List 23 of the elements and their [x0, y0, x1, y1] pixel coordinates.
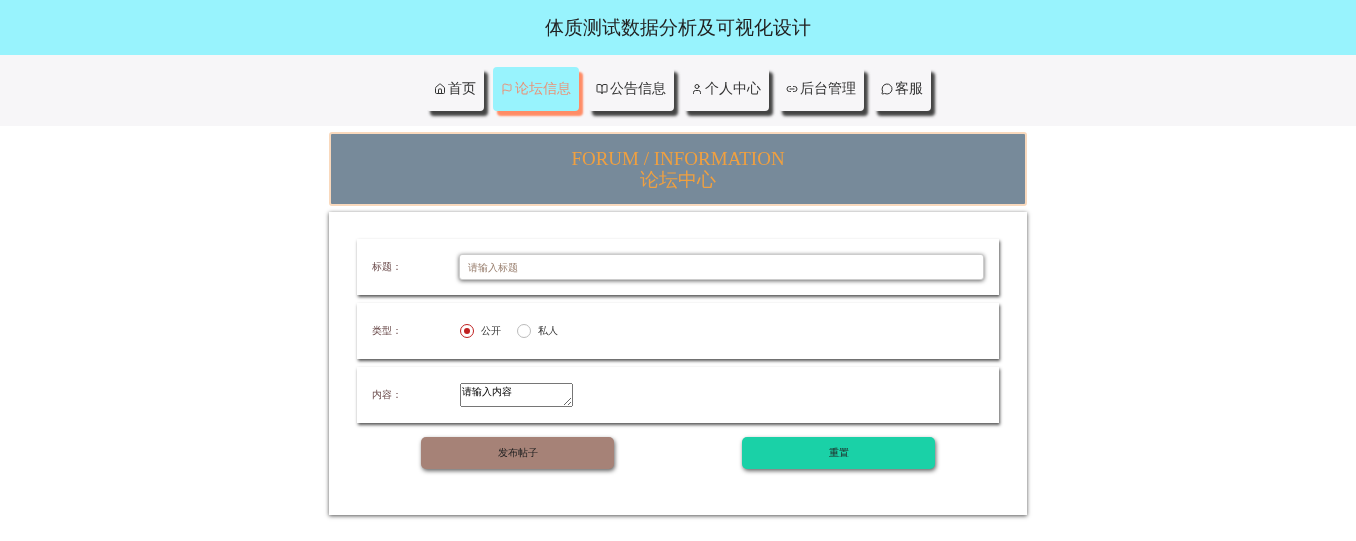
nav-tab[interactable]: 公告信息	[587, 67, 674, 111]
nav-tab[interactable]: 客服	[872, 67, 931, 111]
field-label: 标题：	[372, 260, 403, 274]
user-icon	[690, 83, 703, 95]
chat-icon	[880, 83, 893, 95]
book-icon	[595, 83, 608, 95]
banner-title: FORUM / INFORMATION	[571, 148, 785, 169]
content-textarea[interactable]: 请输入内容	[460, 383, 573, 407]
nav-tab[interactable]: 首页	[425, 67, 484, 111]
home-icon	[433, 83, 446, 95]
field-label: 类型：	[372, 324, 403, 338]
banner-subtitle: 论坛中心	[640, 169, 716, 190]
radio-label: 私人	[538, 324, 558, 338]
nav-tab[interactable]: 后台管理	[777, 67, 864, 111]
link-icon	[785, 83, 798, 95]
title-input[interactable]: 请输入标题	[459, 254, 984, 280]
reset-button[interactable]: 重置	[742, 437, 935, 469]
site-title: 体质测试数据分析及可视化设计	[545, 14, 811, 40]
publish-button[interactable]: 发布帖子	[421, 437, 614, 469]
nav-tab[interactable]: 个人中心	[682, 67, 769, 111]
flag-icon	[500, 83, 513, 95]
field-label: 内容：	[372, 388, 403, 402]
radio-label: 公开	[481, 324, 501, 338]
